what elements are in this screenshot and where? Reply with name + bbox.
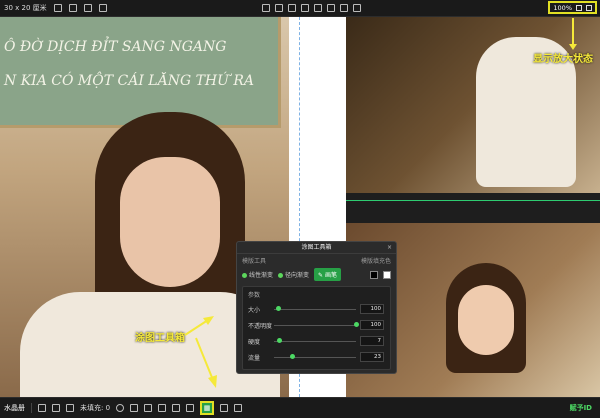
brush-button[interactable]: ✎ 画笔 [314, 268, 341, 281]
color-swatch-black[interactable] [370, 270, 378, 279]
slider-knob[interactable] [277, 338, 283, 343]
edit-icon[interactable] [38, 404, 46, 412]
radial-gradient-option[interactable]: 径向渐变 [278, 270, 309, 279]
image-icon[interactable] [130, 404, 139, 412]
slider-knob[interactable] [290, 354, 296, 359]
redo-icon[interactable] [234, 404, 243, 412]
frame-icon[interactable] [144, 404, 153, 412]
hardness-value[interactable]: 7 [360, 336, 384, 346]
link-icon[interactable] [66, 404, 74, 412]
bottom-toolbar: 水晶册 未填充: 0 ▦ 赋予ID [0, 397, 600, 418]
project-name[interactable]: 水晶册 [4, 403, 25, 413]
function-icon[interactable] [186, 404, 195, 412]
copy-icon[interactable] [52, 404, 60, 412]
app-logo: 赋予ID [569, 404, 592, 412]
params-group: 参数 大小 100 不透明度 100 硬度 7 流量 23 [242, 286, 391, 370]
linear-gradient-option[interactable]: 线性渐变 [242, 270, 273, 279]
move-icon[interactable] [172, 404, 181, 412]
color-swatch-white[interactable] [383, 270, 391, 279]
paint-tool-panel[interactable]: 涂图工具箱 × 模版工具 模版填充色 线性渐变 径向渐变 ✎ 画笔 参数 大小 … [236, 241, 397, 374]
record-icon[interactable] [116, 404, 125, 412]
tools-label: 模版工具 [242, 258, 267, 265]
radio-icon [278, 273, 284, 278]
params-label: 参数 [248, 292, 261, 299]
paint-tool-button[interactable]: ▦ [200, 401, 215, 415]
slider-knob[interactable] [275, 306, 281, 311]
close-icon[interactable]: × [387, 242, 392, 253]
fill-color-label: 模版填充色 [360, 258, 391, 265]
flow-slider-row: 流量 23 [248, 352, 386, 362]
undo-icon[interactable] [220, 404, 229, 412]
slider-knob[interactable] [353, 322, 359, 327]
size-value[interactable]: 100 [360, 304, 384, 314]
hardness-slider-row: 硬度 7 [248, 336, 386, 346]
opacity-slider-row: 不透明度 100 [248, 320, 386, 330]
size-slider-row: 大小 100 [248, 304, 386, 314]
flow-value[interactable]: 23 [360, 352, 384, 362]
panel-title: 涂图工具箱 × [237, 242, 396, 254]
radio-icon [242, 273, 247, 278]
opacity-value[interactable]: 100 [360, 320, 384, 330]
fill-count: 未填充: 0 [80, 404, 111, 412]
text-icon[interactable] [158, 404, 167, 412]
